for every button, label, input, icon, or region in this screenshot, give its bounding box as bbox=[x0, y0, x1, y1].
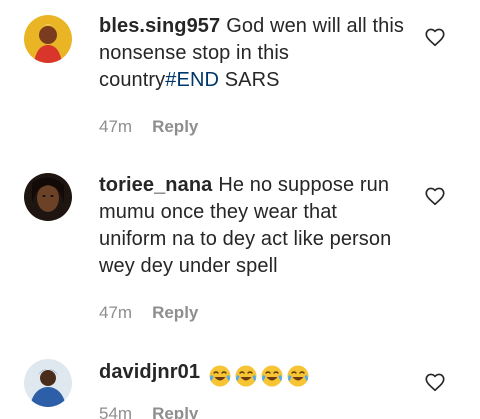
like-button[interactable] bbox=[424, 26, 446, 48]
heart-outline-icon bbox=[425, 28, 445, 47]
face-with-tears-of-joy-icon bbox=[208, 364, 232, 388]
like-button[interactable] bbox=[424, 371, 446, 393]
face-with-tears-of-joy-icon bbox=[234, 364, 258, 388]
comment-meta: 54m Reply bbox=[99, 404, 198, 419]
emoji-group bbox=[208, 362, 312, 389]
heart-outline-icon bbox=[425, 187, 445, 206]
comment-text: davidjnr01 bbox=[99, 359, 409, 389]
comment-text: toriee_nana He no suppose run mumu once t… bbox=[99, 172, 409, 280]
comment-username[interactable]: davidjnr01 bbox=[99, 361, 200, 383]
comment-time: 54m bbox=[99, 404, 133, 419]
comment-meta: 47m Reply bbox=[99, 117, 198, 137]
avatar-image bbox=[24, 173, 72, 221]
reply-button[interactable]: Reply bbox=[152, 404, 198, 419]
heart-outline-icon bbox=[425, 373, 445, 392]
face-with-tears-of-joy-icon bbox=[286, 364, 310, 388]
avatar[interactable] bbox=[24, 15, 72, 63]
avatar-image bbox=[24, 15, 72, 63]
hashtag-link[interactable]: #END bbox=[165, 69, 219, 91]
comment-username[interactable]: toriee_nana bbox=[99, 174, 212, 196]
comment-body-end: SARS bbox=[219, 69, 280, 91]
reply-button[interactable]: Reply bbox=[152, 303, 198, 322]
comment-text: bles.sing957 God wen will all this nonsen… bbox=[99, 13, 409, 94]
comment-username[interactable]: bles.sing957 bbox=[99, 15, 220, 37]
comment-time: 47m bbox=[99, 303, 133, 322]
avatar[interactable] bbox=[24, 359, 72, 407]
comment-meta: 47m Reply bbox=[99, 303, 198, 323]
avatar[interactable] bbox=[24, 173, 72, 221]
avatar-image bbox=[24, 359, 72, 407]
face-with-tears-of-joy-icon bbox=[260, 364, 284, 388]
reply-button[interactable]: Reply bbox=[152, 117, 198, 136]
comment-time: 47m bbox=[99, 117, 133, 136]
like-button[interactable] bbox=[424, 185, 446, 207]
